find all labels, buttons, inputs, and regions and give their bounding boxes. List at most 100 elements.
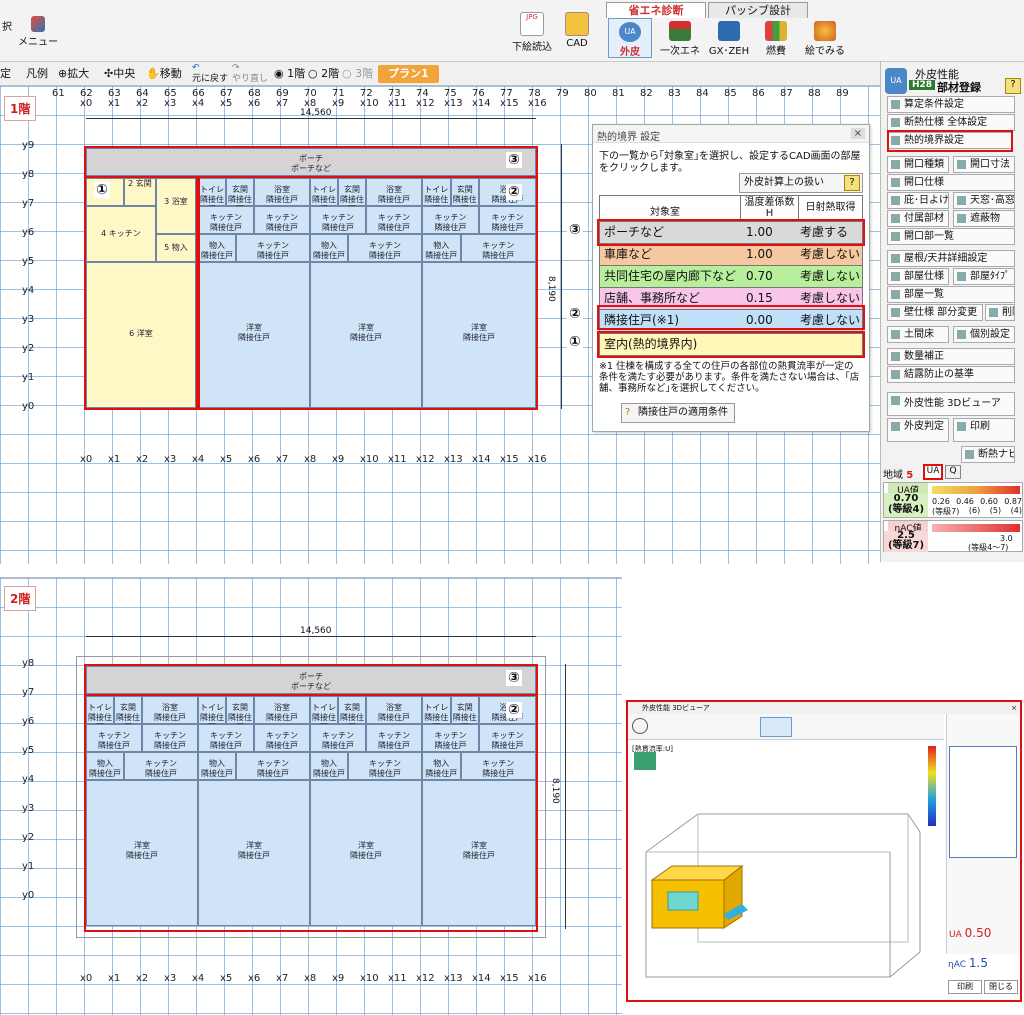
floor3-radio-label: 3階	[355, 67, 374, 80]
cad-label: CAD	[566, 38, 588, 49]
undo-icon: ↶	[192, 63, 200, 73]
x-axis-tick: x15	[500, 98, 519, 109]
panel-button[interactable]: 断熱ナビ	[961, 446, 1015, 463]
tab-passive[interactable]: パッシブ設計	[708, 2, 808, 18]
x-axis-tick: x6	[248, 98, 261, 109]
panel-button[interactable]: 外皮性能 3Dビューア	[887, 392, 1015, 416]
y-axis-tick: y3	[22, 314, 35, 325]
undo-button[interactable]: ↶ 元に戻す	[192, 63, 228, 84]
panel-button[interactable]: 外皮判定	[887, 418, 949, 442]
f2-x-axis-tick: x1	[108, 973, 121, 984]
f2-y-axis-tick: y5	[22, 745, 35, 756]
panel-button[interactable]: 算定条件設定	[887, 96, 1015, 113]
panel-button[interactable]: 部屋仕様	[887, 268, 949, 285]
floor1-radio[interactable]: ◉ 1階	[274, 65, 305, 83]
viewer-close-button[interactable]: 閉じる	[984, 980, 1018, 994]
f2-marker-box-porch	[84, 664, 538, 696]
center-icon: ✣	[104, 67, 114, 80]
edemiru-button[interactable]: 絵でみる	[800, 18, 850, 57]
house-energy-icon	[669, 21, 691, 41]
top-axis-tick: 82	[640, 88, 653, 99]
center-label: 中央	[113, 67, 136, 80]
panel-button[interactable]: 個別設定	[953, 326, 1015, 343]
redo-button[interactable]: ↷ やり直し	[232, 63, 268, 84]
dialog-marker-box-indoor	[597, 331, 865, 358]
help-icon[interactable]: ?	[1005, 78, 1021, 94]
floor3-radio[interactable]: ○ 3階	[342, 65, 373, 83]
chiiki-value: 5	[906, 470, 914, 481]
floor2-radio[interactable]: ○ 2階	[308, 65, 339, 83]
panel-button[interactable]: 屋根/天井詳細設定	[887, 250, 1015, 267]
dialog-note: ※1 住棟を構成する全ての住戸の各部位の熱貫流率が一定の条件を満たす必要がありま…	[599, 361, 860, 394]
viewer-ua-value: 0.50	[964, 926, 992, 940]
panel-button[interactable]: 壁仕様 部分変更	[887, 304, 983, 321]
help-icon: ?	[844, 175, 860, 191]
cad-button[interactable]: CAD	[560, 8, 594, 49]
tab-ua[interactable]: UA	[923, 464, 943, 480]
center-button[interactable]: ✣中央	[104, 65, 135, 83]
close-icon[interactable]: ×	[850, 128, 865, 139]
floor2-canvas[interactable]: 2階 14,560 8,190 x0 x1 x2 x3 x4 x5 x6 x7 x8 x9 x10 x…	[0, 577, 622, 1015]
panel-button[interactable]: 付属部材	[887, 210, 949, 227]
room-type-coef: 0.70	[746, 269, 773, 283]
gx-zeh-button[interactable]: GX･ZEH	[704, 18, 754, 57]
house-icon	[634, 752, 656, 770]
f2-y-axis-tick: y8	[22, 658, 35, 669]
view-mode-button[interactable]	[760, 717, 792, 737]
ichiji-button[interactable]: 一次エネ	[658, 18, 702, 57]
compass-icon[interactable]	[632, 718, 648, 734]
tab-q[interactable]: Q	[945, 465, 961, 479]
panel-button[interactable]: 部屋一覧	[887, 286, 1015, 303]
panel-button[interactable]: 削除	[985, 304, 1015, 321]
tab-shoene[interactable]: 省エネ診断	[606, 2, 706, 18]
zoom-button[interactable]: ⊕拡大	[58, 65, 89, 83]
shitae-button[interactable]: JPG 下絵読込	[510, 8, 554, 53]
top-axis-tick: 86	[752, 88, 765, 99]
redo-icon: ↷	[232, 63, 240, 73]
panel-button[interactable]: 開口部一覧	[887, 228, 1015, 245]
gaihi-treatment-button[interactable]: 外皮計算上の扱い ?	[739, 173, 863, 193]
f2-x-axis-tick: x9	[332, 973, 345, 984]
viewer-close-icon[interactable]: ×	[1011, 702, 1017, 714]
select-button[interactable]: 択	[0, 18, 14, 33]
ua-house-icon: UA	[619, 22, 641, 42]
panel-button[interactable]: 開口種類	[887, 156, 949, 173]
panel-button[interactable]: 数量補正	[887, 348, 1015, 365]
panel-button[interactable]: 遮蔽物	[953, 210, 1015, 227]
plan-button[interactable]: プラン1	[378, 65, 439, 83]
f2-x-axis-tick: x2	[136, 973, 149, 984]
room-type-row[interactable]: 車庫など 1.00 考慮しない	[599, 243, 863, 266]
panel-button[interactable]: 結露防止の基準	[887, 366, 1015, 383]
x-axis-tick: x0	[80, 454, 93, 465]
pan-button[interactable]: ✋移動	[146, 65, 182, 83]
panel-button[interactable]: 開口仕様	[887, 174, 1015, 191]
legend-button[interactable]: 凡例	[26, 65, 48, 83]
panel-button[interactable]: 印刷	[953, 418, 1015, 442]
apply-conditions-button[interactable]: ? 隣接住戸の適用条件	[621, 403, 735, 423]
viewer-print-button[interactable]: 印刷	[948, 980, 982, 994]
ua-scale-grades: (等級7) (6) (5) (4)	[932, 506, 1022, 517]
top-axis-tick: 87	[780, 88, 793, 99]
ua-scale-2: 0.60	[980, 497, 998, 506]
x-axis-tick: x11	[388, 98, 407, 109]
panel-button[interactable]: 庇･日よけ	[887, 192, 949, 209]
panel-button[interactable]: 断熱仕様 全体設定	[887, 114, 1015, 131]
gaihi-button[interactable]: UA 外皮	[608, 18, 652, 58]
gx-zeh-icon	[718, 21, 740, 41]
nenpi-button[interactable]: 燃費	[756, 18, 796, 57]
marker-box-netteki	[887, 130, 1013, 152]
panel-button[interactable]: 土間床	[887, 326, 949, 343]
y-axis-tick: y1	[22, 372, 35, 383]
panel-button[interactable]: 天窓･高窓	[953, 192, 1015, 209]
x-axis-tick: x16	[528, 98, 547, 109]
f2-marker-3: ③	[506, 670, 522, 686]
top-axis-tick: 89	[836, 88, 849, 99]
dialog-marker-box-neighbor	[597, 305, 865, 330]
panel-button[interactable]: 部屋ﾀｲﾌﾟ	[953, 268, 1015, 285]
f2-height-dimension: 8,190	[550, 778, 560, 804]
menu-button[interactable]: メニュー	[18, 14, 58, 48]
settings-frag[interactable]: 定	[0, 65, 11, 83]
room-type-row[interactable]: 共同住宅の屋内廊下など 0.70 考慮しない	[599, 265, 863, 288]
panel-button[interactable]: 開口寸法	[953, 156, 1015, 173]
buhin-button[interactable]: 部材登録	[937, 79, 981, 95]
